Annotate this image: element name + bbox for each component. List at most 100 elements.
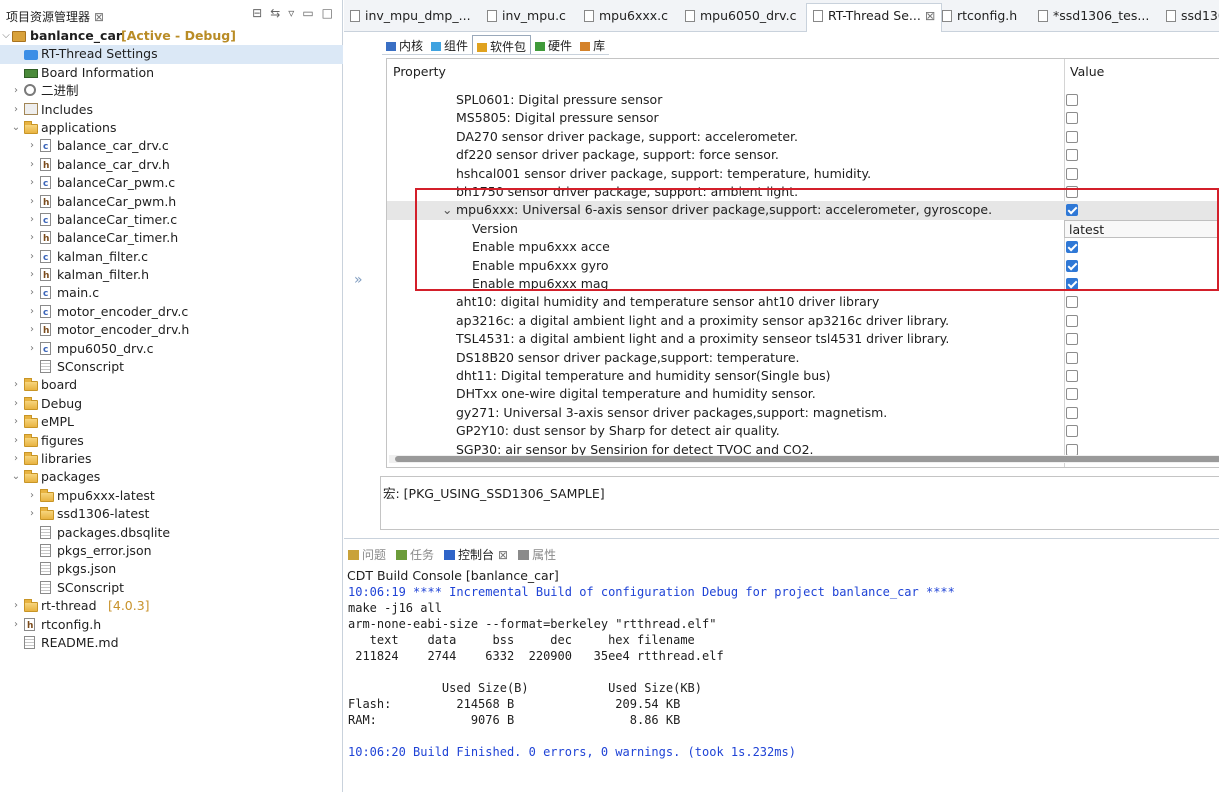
console-tab[interactable]: 问题 [348,546,386,563]
package-checkbox[interactable] [1066,314,1078,327]
editor-tab[interactable]: rtconfig.h [942,4,1017,28]
tree-item[interactable]: › Debug [0,395,343,413]
chevron-right-icon[interactable]: › [26,340,38,358]
packages-tab[interactable]: 软件包 [472,35,532,54]
tree-item[interactable]: › motor_encoder_drv.c [0,303,343,322]
tree-item[interactable]: › motor_encoder_drv.h [0,321,343,340]
tree-item[interactable]: › mpu6xxx-latest [0,487,343,505]
tree-item[interactable]: README.md [0,634,343,652]
console-tab[interactable]: 任务 [396,546,434,563]
package-row[interactable]: SPL0601: Digital pressure sensor [387,91,1219,109]
package-checkbox[interactable] [1066,259,1078,272]
tree-item[interactable]: SConscript [0,358,343,376]
package-row[interactable]: aht10: digital humidity and temperature … [387,293,1219,311]
tree-item[interactable]: › kalman_filter.h [0,266,343,285]
chevron-right-icon[interactable]: › [10,413,22,431]
chevron-down-icon[interactable]: ⌄ [442,201,452,219]
hardware-tab[interactable]: 硬件 [531,35,576,54]
package-checkbox[interactable] [1066,388,1078,401]
package-row[interactable]: hshcal001 sensor driver package, support… [387,165,1219,183]
chevron-right-icon[interactable]: › [26,487,38,505]
package-checkbox[interactable] [1066,186,1078,198]
chevron-down-icon[interactable]: ⌄ [10,119,22,137]
package-checkbox[interactable] [1066,278,1078,290]
package-row[interactable]: Enable mpu6xxx mag [387,275,1219,293]
tree-item[interactable]: ⌄ applications [0,119,343,137]
tree-item[interactable]: › figures [0,432,343,450]
chevron-right-icon[interactable]: › [10,432,22,450]
package-row[interactable]: gy271: Universal 3-axis sensor driver pa… [387,404,1219,422]
link-editor-icon[interactable]: ⇆ [270,6,280,20]
tree-item[interactable]: › balanceCar_pwm.h [0,193,343,212]
tree-item[interactable]: › rt-thread [4.0.3] [0,597,343,615]
editor-tab[interactable]: inv_mpu_dmp_... [350,4,471,28]
libraries-tab[interactable]: 库 [576,35,609,54]
package-checkbox[interactable] [1066,112,1078,125]
tree-item[interactable]: › ssd1306-latest [0,505,343,523]
chevron-right-icon[interactable]: › [10,597,22,615]
editor-tab[interactable]: ssd130 [1166,4,1219,28]
tree-item[interactable]: › kalman_filter.c [0,248,343,267]
package-row[interactable]: dht11: Digital temperature and humidity … [387,367,1219,385]
chevron-right-icon[interactable]: › [10,376,22,394]
package-checkbox[interactable] [1066,296,1078,309]
package-row[interactable]: df220 sensor driver package, support: fo… [387,146,1219,164]
tree-item[interactable]: SConscript [0,579,343,597]
package-row[interactable]: Version latest [387,219,1219,239]
chevron-right-icon[interactable]: › [26,229,38,247]
tree-item[interactable]: › balanceCar_timer.h [0,229,343,248]
minimize-icon[interactable]: ▭ [302,6,313,20]
editor-tab[interactable]: mpu6050_drv.c [685,4,796,28]
chevron-right-icon[interactable]: › [26,193,38,211]
tree-item[interactable]: › eMPL [0,413,343,431]
package-checkbox[interactable] [1066,241,1078,254]
package-checkbox[interactable] [1066,443,1078,456]
chevron-right-icon[interactable]: › [26,303,38,321]
collapse-all-icon[interactable]: ⊟ [252,6,262,20]
editor-tab[interactable]: *ssd1306_tes... [1038,4,1149,28]
package-row[interactable]: Enable mpu6xxx acce [387,238,1219,256]
console-tab[interactable]: 控制台 ⊠ [444,546,508,563]
package-row[interactable]: DHTxx one-wire digital temperature and h… [387,385,1219,403]
chevron-right-icon[interactable]: › [26,174,38,192]
chevron-down-icon[interactable]: ⌵ [0,27,12,45]
chevron-right-icon[interactable]: › [26,156,38,174]
package-row[interactable]: ap3216c: a digital ambient light and a p… [387,312,1219,330]
project-root[interactable]: ⌵ banlance_car [Active - Debug] [0,27,343,45]
package-checkbox[interactable] [1066,406,1078,419]
package-row[interactable]: Enable mpu6xxx gyro [387,257,1219,275]
chevron-right-icon[interactable]: › [10,82,22,100]
chevron-right-icon[interactable]: › [26,266,38,284]
chevron-right-icon[interactable]: › [26,211,38,229]
chevron-right-icon[interactable]: › [26,248,38,266]
tree-item[interactable]: packages.dbsqlite [0,524,343,542]
editor-tab[interactable]: inv_mpu.c [487,4,566,28]
package-checkbox[interactable] [1066,370,1078,382]
chevron-down-icon[interactable]: ⌄ [10,468,22,486]
tree-item[interactable]: › libraries [0,450,343,468]
tree-item[interactable]: pkgs_error.json [0,542,343,560]
editor-tab[interactable]: mpu6xxx.c [584,4,668,28]
package-row[interactable]: ⌄ mpu6xxx: Universal 6-axis sensor driver… [387,201,1219,220]
chevron-right-icon[interactable]: › [10,450,22,468]
package-checkbox[interactable] [1066,130,1078,143]
version-field[interactable]: latest [1064,219,1219,239]
close-icon[interactable]: ⊠ [94,10,104,24]
chevron-right-icon[interactable]: › [10,395,22,413]
package-checkbox[interactable] [1066,149,1078,162]
package-checkbox[interactable] [1066,425,1078,438]
package-checkbox[interactable] [1066,94,1078,106]
tree-item[interactable]: pkgs.json [0,560,343,578]
package-row[interactable]: TSL4531: a digital ambient light and a p… [387,330,1219,348]
tree-item[interactable]: › board [0,376,343,394]
maximize-icon[interactable]: □ [322,6,333,20]
tree-item[interactable]: › Includes [0,101,343,119]
explorer-tab[interactable]: 项目资源管理器 ⊠ [6,8,104,25]
tree-item[interactable]: Board Information [0,64,343,82]
view-menu-icon[interactable]: ▿ [288,6,294,20]
expand-panel-icon[interactable]: » [354,272,363,288]
chevron-right-icon[interactable]: › [26,284,38,302]
tree-item[interactable]: › main.c [0,284,343,303]
package-row[interactable]: bh1750 sensor driver package, support: a… [387,183,1219,201]
tree-item[interactable]: › balanceCar_pwm.c [0,174,343,193]
